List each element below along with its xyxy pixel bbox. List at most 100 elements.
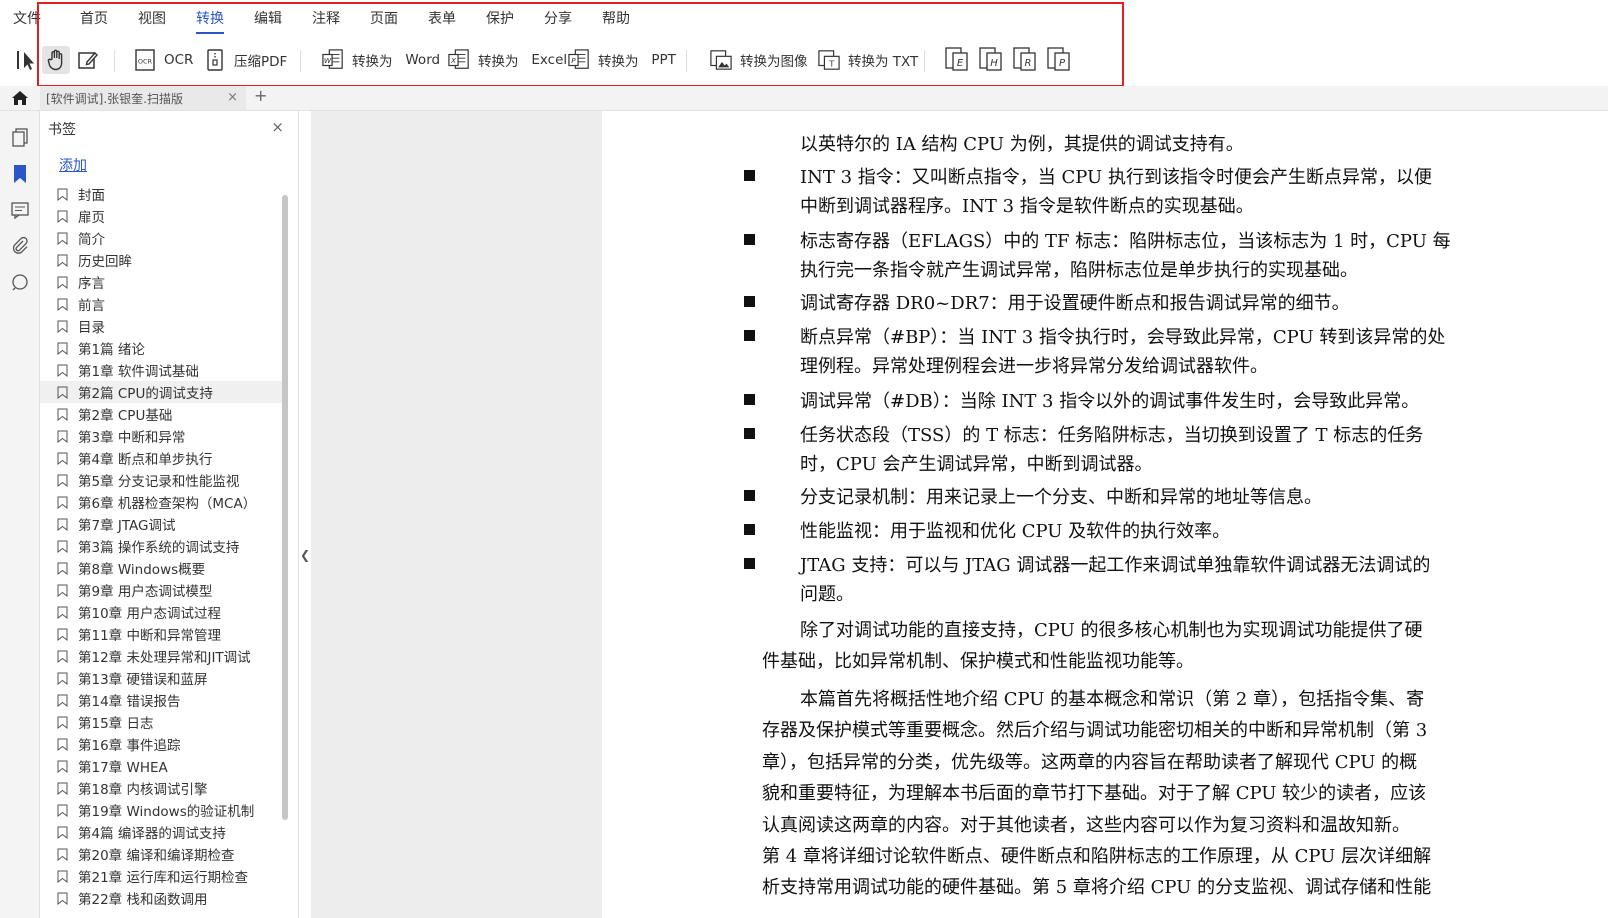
document-tab-title: [软件调试].张银奎.扫描版	[46, 91, 183, 106]
home-button[interactable]	[10, 88, 30, 108]
hand-tool-button[interactable]	[42, 46, 70, 74]
bookmark-item[interactable]: 第13章 硬错误和蓝屏	[40, 667, 284, 689]
to-word-button[interactable]: W 转换为 Word	[322, 46, 440, 74]
bookmark-item[interactable]: 第16章 事件追踪	[40, 733, 284, 755]
edit-tool-button[interactable]	[74, 46, 102, 74]
edit-box-icon	[78, 51, 98, 69]
bookmark-item[interactable]: 封面	[40, 183, 284, 205]
ppt-doc-icon: P	[568, 48, 590, 72]
paragraph-line: 章），包括异常的分类，优先级等。这两章的内容旨在帮助读者了解现代 CPU 的概	[762, 751, 1418, 773]
bookmark-label: 第16章 事件追踪	[78, 738, 181, 754]
select-tool-button[interactable]	[12, 46, 40, 74]
bookmark-item[interactable]: 第9章 用户态调试模型	[40, 579, 284, 601]
bookmark-icon	[57, 496, 68, 509]
bookmark-icon	[57, 826, 68, 839]
bookmark-item[interactable]: 第15章 日志	[40, 711, 284, 733]
menu-tab[interactable]: 视图	[138, 8, 166, 34]
toolbar-separator	[686, 50, 687, 72]
bookmark-icon	[57, 342, 68, 355]
bookmark-item[interactable]: 简介	[40, 227, 284, 249]
bookmark-item[interactable]: 目录	[40, 315, 284, 337]
bookmark-item[interactable]: 历史回眸	[40, 249, 284, 271]
bullet-text: 任务状态段（TSS）的 T 标志：任务陷阱标志，当切换到设置了 T 标志的任务	[800, 425, 1424, 446]
to-excel-button[interactable]: X 转换为 Excel	[448, 46, 567, 74]
menu-file[interactable]: 文件	[13, 8, 41, 28]
bookmark-item[interactable]: 第14章 错误报告	[40, 689, 284, 711]
bookmark-label: 第13章 硬错误和蓝屏	[78, 672, 208, 688]
bookmark-item[interactable]: 第21章 运行库和运行期检查	[40, 865, 284, 887]
svg-text:W: W	[324, 56, 332, 65]
tab-close-icon[interactable]: ×	[227, 90, 238, 105]
bookmark-item[interactable]: 第19章 Windows的验证机制	[40, 799, 284, 821]
bookmark-item[interactable]: 第7章 JTAG调试	[40, 513, 284, 535]
pages-thumbnail-icon[interactable]	[9, 127, 31, 149]
bookmark-icon	[57, 254, 68, 267]
bookmark-scrollbar[interactable]	[282, 195, 288, 820]
collapse-panel-icon[interactable]: ❮	[300, 548, 310, 562]
bookmark-item[interactable]: 第4章 断点和单步执行	[40, 447, 284, 469]
convert-format-h-icon[interactable]: H	[979, 47, 1003, 73]
add-bookmark-link[interactable]: 添加	[59, 155, 87, 175]
bookmark-icon	[57, 650, 68, 663]
menu-tab[interactable]: 注释	[312, 8, 340, 34]
bookmark-icon	[57, 584, 68, 597]
menu-tab[interactable]: 保护	[486, 8, 514, 34]
bullet-text: INT 3 指令：又叫断点指令，当 CPU 执行到该指令时便会产生断点异常，以便	[800, 167, 1432, 188]
bookmark-label: 第4篇 编译器的调试支持	[78, 826, 226, 842]
comment-icon[interactable]	[9, 199, 31, 221]
bookmark-item[interactable]: 第17章 WHEA	[40, 755, 284, 777]
bookmark-item[interactable]: 第2篇 CPU的调试支持	[40, 381, 284, 403]
menu-tab[interactable]: 转换	[196, 8, 224, 34]
bookmark-item[interactable]: 第20章 编译和编译期检查	[40, 843, 284, 865]
menu-tab[interactable]: 编辑	[254, 8, 282, 34]
menu-tab[interactable]: 表单	[428, 8, 456, 34]
bookmark-item[interactable]: 第3篇 操作系统的调试支持	[40, 535, 284, 557]
menu-tab[interactable]: 页面	[370, 8, 398, 34]
to-txt-button[interactable]: T 转换为 TXT	[818, 46, 918, 74]
bookmark-label: 第17章 WHEA	[78, 760, 168, 776]
bookmark-item[interactable]: 第22章 栈和函数调用	[40, 887, 284, 909]
bookmark-item[interactable]: 第10章 用户态调试过程	[40, 601, 284, 623]
left-rail	[0, 111, 40, 918]
bookmark-item[interactable]: 第1章 软件调试基础	[40, 359, 284, 381]
bookmark-label: 第6章 机器检查架构（MCA）	[78, 496, 257, 512]
convert-format-r-icon[interactable]: R	[1013, 47, 1037, 73]
panel-close-icon[interactable]: ×	[271, 118, 284, 136]
bookmark-icon	[57, 892, 68, 905]
document-tab[interactable]: [软件调试].张银奎.扫描版 ×	[40, 86, 246, 110]
bookmark-item[interactable]: 第18章 内核调试引擎	[40, 777, 284, 799]
bookmark-icon	[57, 760, 68, 773]
menu-tab[interactable]: 分享	[544, 8, 572, 34]
bookmark-item[interactable]: 第12章 未处理异常和JIT调试	[40, 645, 284, 667]
to-ppt-button[interactable]: P 转换为 PPT	[568, 46, 676, 74]
bookmark-item[interactable]: 第8章 Windows概要	[40, 557, 284, 579]
bookmark-item[interactable]: 扉页	[40, 205, 284, 227]
bookmark-item[interactable]: 第2章 CPU基础	[40, 403, 284, 425]
bookmark-item[interactable]: 第3章 中断和异常	[40, 425, 284, 447]
paragraph-line: 件基础，比如异常机制、保护模式和性能监视功能等。	[762, 651, 1194, 672]
bookmark-item[interactable]: 第1篇 绪论	[40, 337, 284, 359]
attachment-icon[interactable]	[9, 235, 31, 257]
bookmark-panel-icon[interactable]	[9, 163, 31, 185]
menu-tab[interactable]: 帮助	[602, 8, 630, 34]
bookmark-label: 第1章 软件调试基础	[78, 364, 199, 380]
bookmark-item[interactable]: 第4篇 编译器的调试支持	[40, 821, 284, 843]
ocr-button[interactable]: OCR OCR	[134, 46, 193, 74]
to-image-button[interactable]: 转换为图像	[710, 46, 808, 74]
bookmark-item[interactable]: 第6章 机器检查架构（MCA）	[40, 491, 284, 513]
bookmark-item[interactable]: 第5章 分支记录和性能监视	[40, 469, 284, 491]
bookmark-label: 第14章 错误报告	[78, 694, 181, 710]
bookmark-item[interactable]: 前言	[40, 293, 284, 315]
new-tab-button[interactable]: +	[254, 86, 267, 105]
bullet-marker	[744, 330, 755, 341]
panel-title: 书签	[48, 122, 76, 138]
bookmark-item[interactable]: 序言	[40, 271, 284, 293]
bookmark-label: 第15章 日志	[78, 716, 154, 732]
search-circle-icon[interactable]	[9, 271, 31, 293]
bookmark-item[interactable]: 第11章 中断和异常管理	[40, 623, 284, 645]
menu-tab[interactable]: 首页	[80, 8, 108, 34]
bookmark-icon	[57, 364, 68, 377]
convert-format-p-icon[interactable]: P	[1047, 47, 1071, 73]
convert-format-e-icon[interactable]: E	[945, 47, 969, 73]
compress-pdf-button[interactable]: 压缩PDF	[204, 46, 287, 74]
